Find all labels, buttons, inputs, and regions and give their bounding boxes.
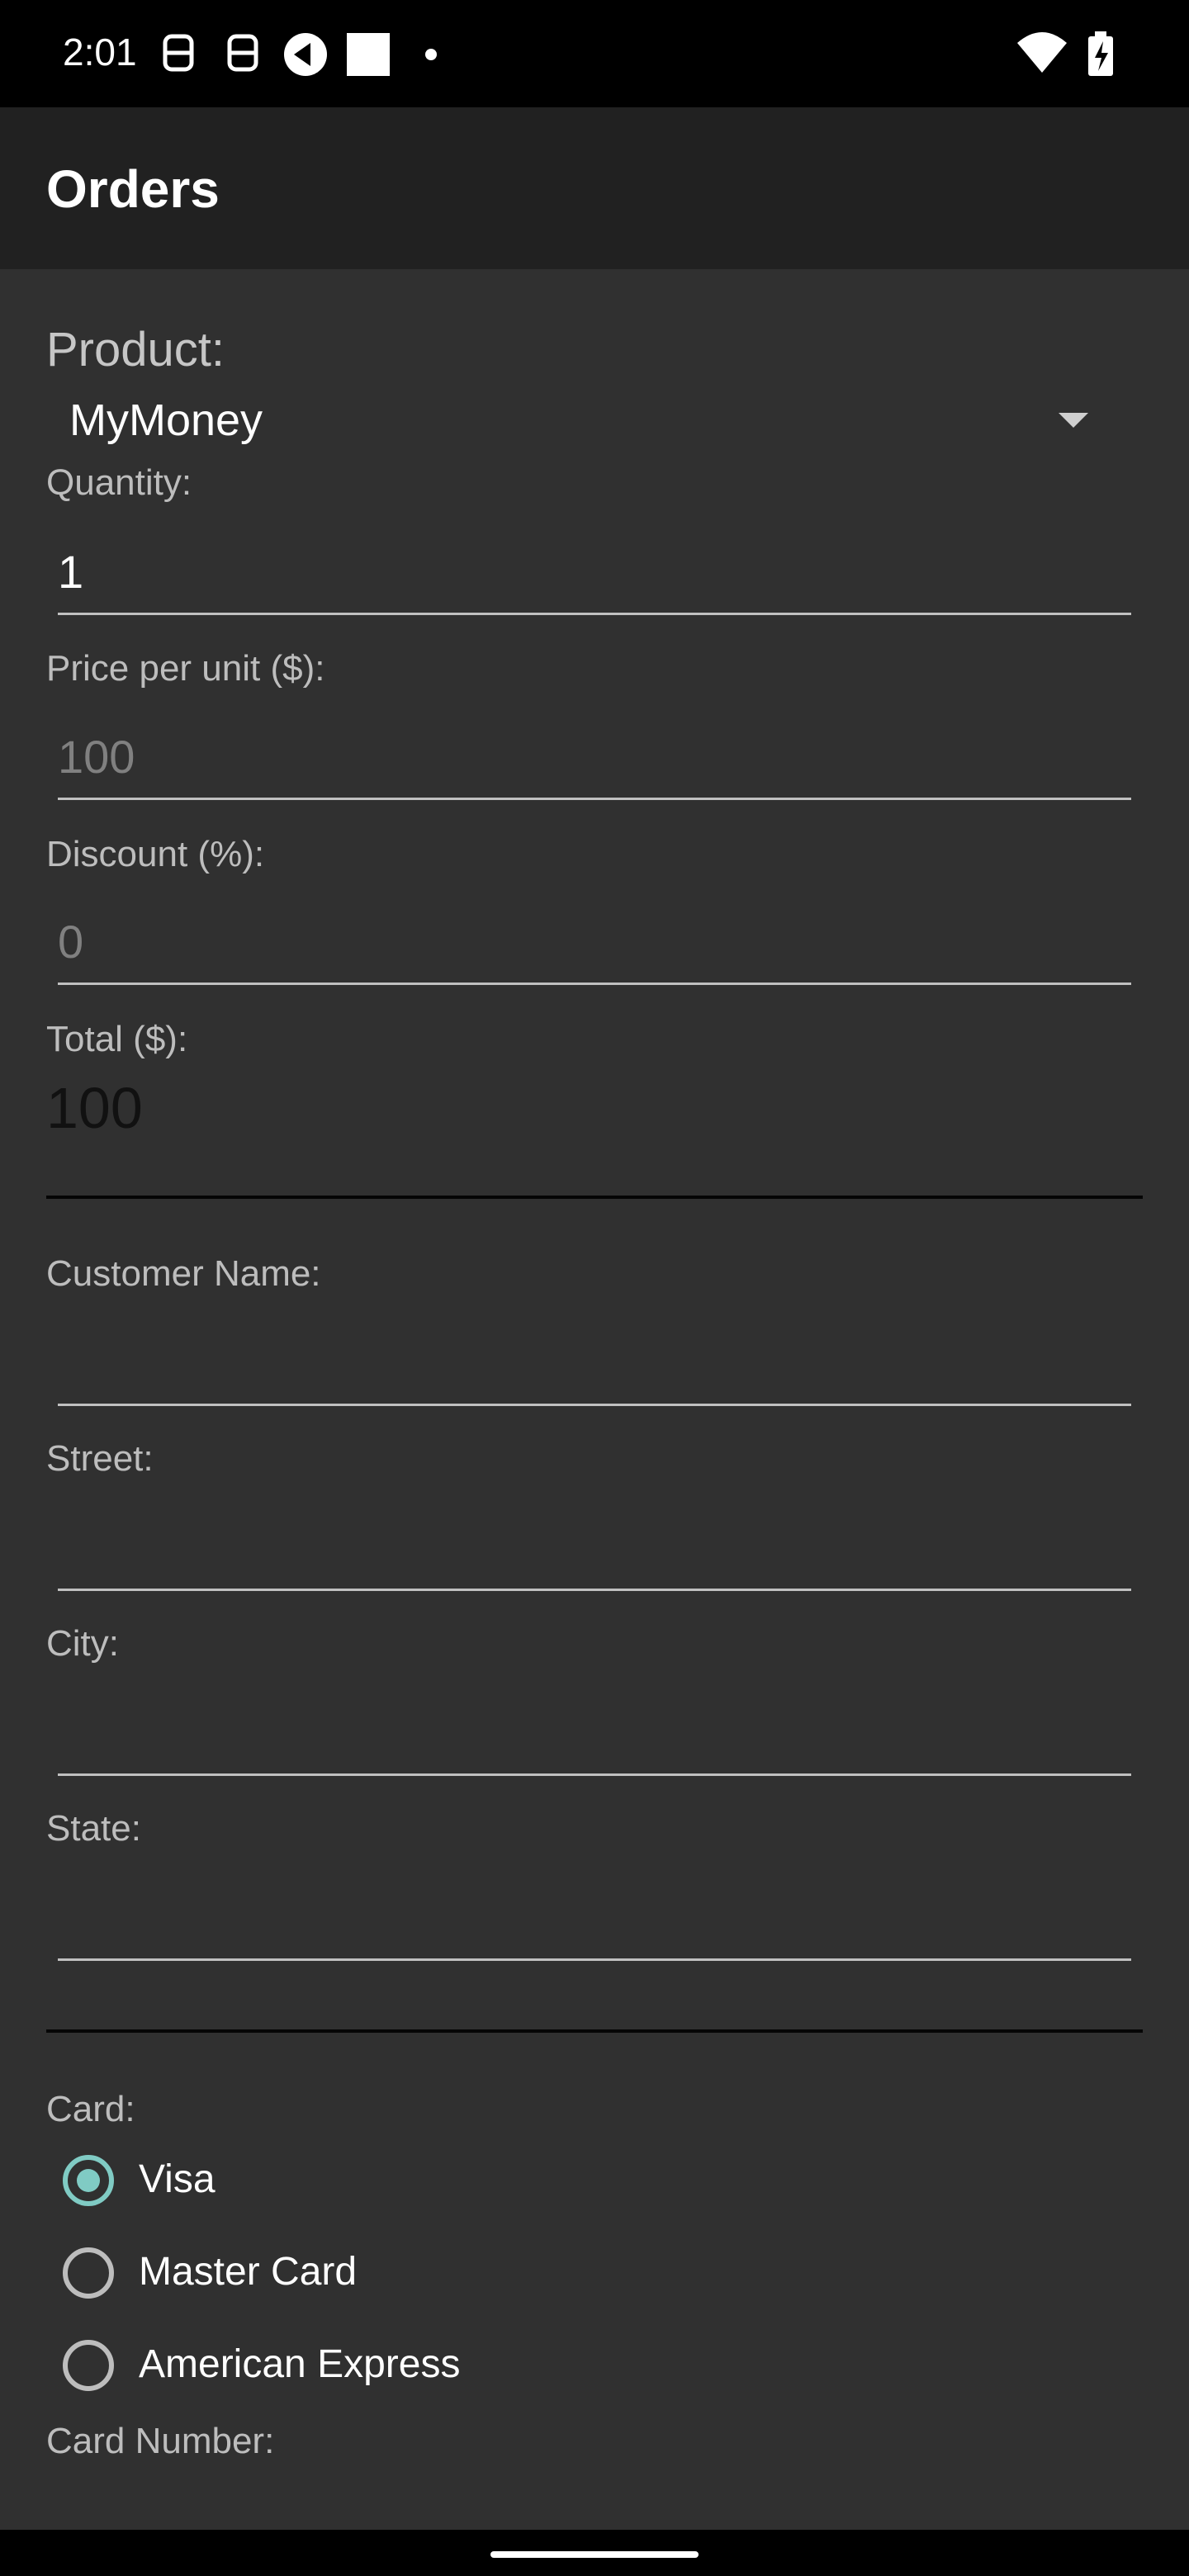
discount-label: Discount (%):	[46, 834, 265, 874]
notification-square-icon	[347, 33, 390, 76]
product-selected-value: MyMoney	[69, 395, 263, 445]
price-label: Price per unit ($):	[46, 648, 325, 689]
gesture-handle[interactable]	[490, 2551, 699, 2558]
card-label: Card:	[46, 2089, 135, 2129]
dot-icon	[425, 49, 437, 60]
status-system-icons	[1017, 31, 1113, 76]
discount-placeholder: 0	[58, 916, 84, 968]
wifi-icon	[1017, 32, 1067, 73]
radio-label: Visa	[139, 2157, 216, 2201]
radio-label: American Express	[139, 2342, 461, 2386]
radio-label: Master Card	[139, 2250, 358, 2294]
quantity-underline	[58, 613, 1131, 615]
product-label: Product:	[46, 323, 225, 376]
section-divider	[46, 1196, 1143, 1199]
customer-name-label: Customer Name:	[46, 1253, 321, 1294]
status-notification-icons	[163, 33, 437, 76]
state-label: State:	[46, 1808, 141, 1849]
dropdown-arrow-icon	[1059, 413, 1088, 428]
state-underline	[58, 1958, 1131, 1961]
radio-checked-icon	[63, 2155, 114, 2206]
page-title: Orders	[46, 159, 220, 219]
status-bar: 2:01	[0, 0, 1189, 107]
notification-s-icon	[163, 34, 194, 72]
card-number-label: Card Number:	[46, 2421, 275, 2461]
app-bar: Orders	[0, 107, 1189, 269]
customer-name-underline	[58, 1404, 1131, 1406]
notification-app-icon	[284, 33, 327, 76]
battery-charging-icon	[1088, 31, 1113, 76]
discount-underline	[58, 983, 1131, 985]
radio-unchecked-icon	[63, 2247, 114, 2299]
total-value: 100	[46, 1076, 143, 1140]
street-underline	[58, 1589, 1131, 1591]
price-placeholder: 100	[58, 731, 135, 783]
notification-s-icon	[227, 34, 258, 72]
price-underline	[58, 798, 1131, 800]
radio-unchecked-icon	[63, 2340, 114, 2391]
section-divider	[46, 2029, 1143, 2033]
city-label: City:	[46, 1623, 119, 1664]
street-label: Street:	[46, 1438, 154, 1479]
city-underline	[58, 1773, 1131, 1776]
status-time: 2:01	[63, 31, 137, 73]
quantity-label: Quantity:	[46, 462, 192, 503]
quantity-value: 1	[58, 546, 84, 598]
navigation-bar	[0, 2530, 1189, 2576]
total-label: Total ($):	[46, 1019, 188, 1059]
